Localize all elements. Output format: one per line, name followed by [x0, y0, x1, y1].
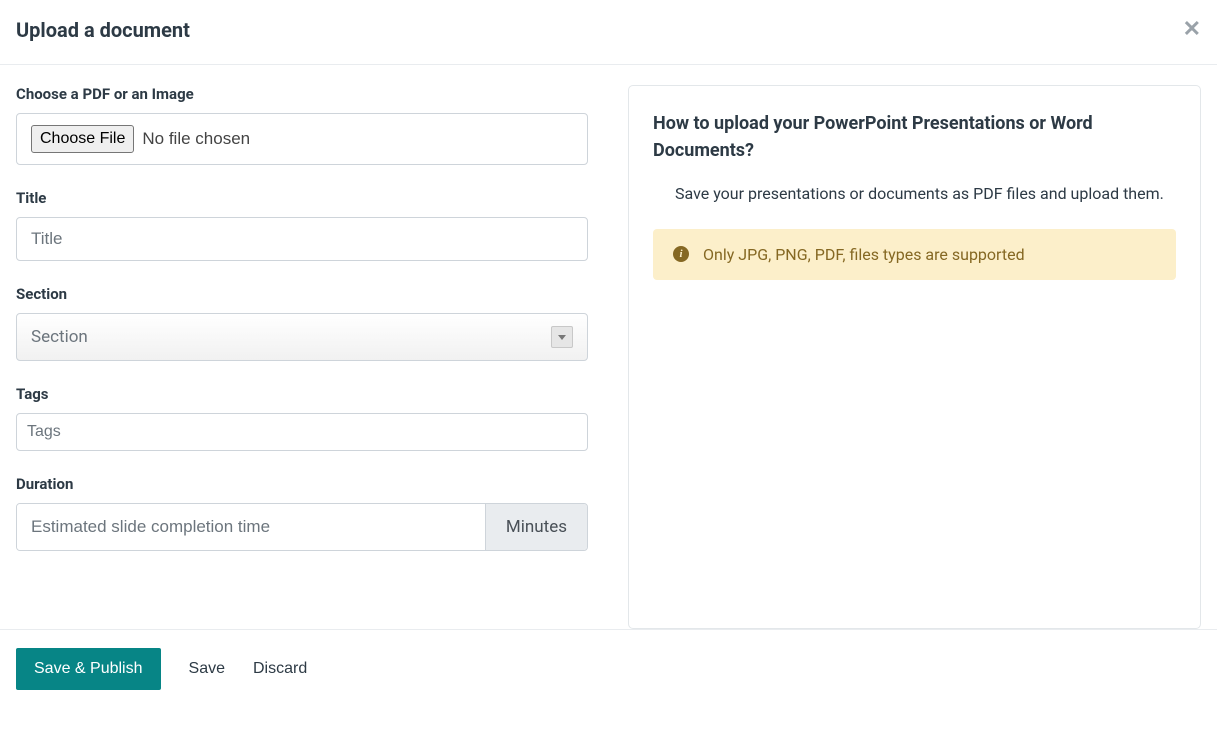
form-column: Choose a PDF or an Image Choose File No … [16, 85, 588, 629]
file-group: Choose a PDF or an Image Choose File No … [16, 85, 588, 165]
modal-footer: Save & Publish Save Discard [0, 629, 1217, 708]
duration-label: Duration [16, 475, 588, 493]
title-label: Title [16, 189, 588, 207]
section-select[interactable]: Section [16, 313, 588, 361]
info-icon: i [673, 246, 689, 262]
file-label: Choose a PDF or an Image [16, 85, 588, 103]
help-body-text: Save your presentations or documents as … [653, 182, 1176, 207]
modal-title: Upload a document [16, 18, 190, 42]
section-placeholder: Section [31, 327, 88, 347]
choose-file-button[interactable]: Choose File [31, 125, 134, 153]
duration-group: Duration Minutes [16, 475, 588, 551]
help-column: How to upload your PowerPoint Presentati… [628, 85, 1201, 629]
chevron-down-icon [551, 326, 573, 348]
duration-input-group: Minutes [16, 503, 588, 551]
alert-text: Only JPG, PNG, PDF, files types are supp… [703, 245, 1025, 264]
tags-label: Tags [16, 385, 588, 403]
section-group: Section Section [16, 285, 588, 361]
tags-input[interactable] [16, 413, 588, 451]
save-publish-button[interactable]: Save & Publish [16, 648, 161, 690]
tags-group: Tags [16, 385, 588, 451]
section-label: Section [16, 285, 588, 303]
save-button[interactable]: Save [189, 660, 225, 678]
discard-button[interactable]: Discard [253, 660, 307, 678]
duration-unit: Minutes [485, 504, 587, 550]
modal-body: Choose a PDF or an Image Choose File No … [0, 65, 1217, 629]
file-status-text: No file chosen [142, 129, 250, 149]
modal-header: Upload a document ✕ [0, 0, 1217, 65]
title-group: Title [16, 189, 588, 261]
title-input[interactable] [16, 217, 588, 261]
close-icon[interactable]: ✕ [1183, 19, 1201, 41]
file-type-alert: i Only JPG, PNG, PDF, files types are su… [653, 229, 1176, 280]
help-title: How to upload your PowerPoint Presentati… [653, 110, 1176, 164]
file-input[interactable]: Choose File No file chosen [16, 113, 588, 165]
duration-input[interactable] [17, 504, 485, 550]
help-card: How to upload your PowerPoint Presentati… [628, 85, 1201, 629]
